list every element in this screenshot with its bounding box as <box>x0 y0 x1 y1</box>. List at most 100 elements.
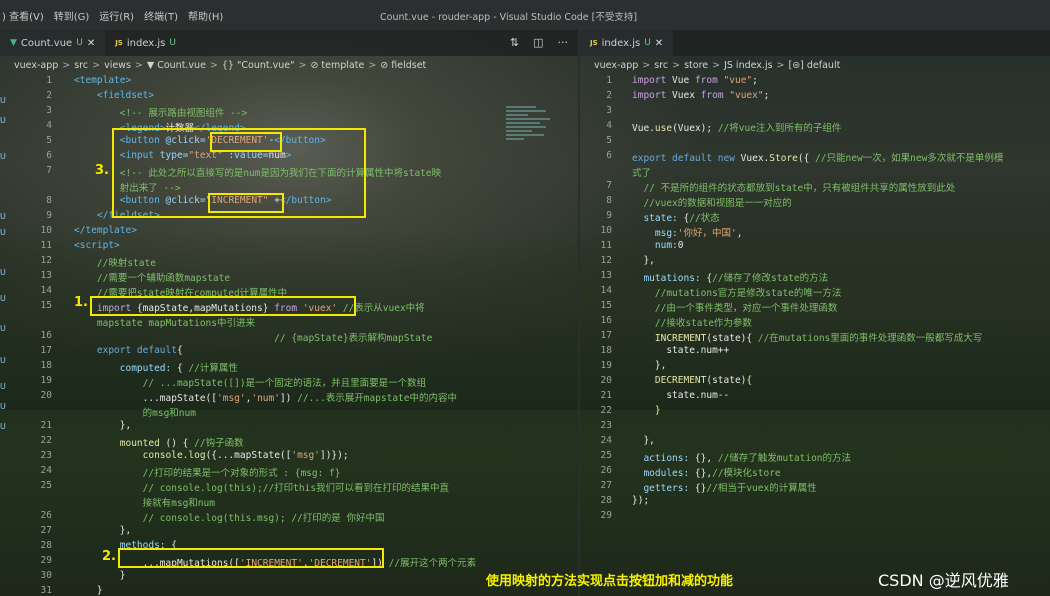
menu-item[interactable]: ) 查看(V) <box>2 8 44 23</box>
git-status-mark: U <box>0 152 6 161</box>
breadcrumb-item[interactable]: store <box>684 60 708 71</box>
line-number: 6 <box>46 150 52 161</box>
line-number: 20 <box>600 375 612 386</box>
code-token: //需要一个辅助函数mapstate <box>74 273 231 284</box>
code-token: } <box>74 570 126 581</box>
annotation-number-2: 2. <box>102 549 116 564</box>
code-token: //计算属性 <box>188 363 238 374</box>
breadcrumb-item[interactable]: vuex-app <box>594 60 638 71</box>
code-token: state.num-- <box>632 390 730 401</box>
minimap[interactable] <box>506 104 554 164</box>
code-line: </template> <box>74 225 137 236</box>
tab-label: index.js <box>601 37 641 49</box>
code-token: mutations: <box>632 273 707 284</box>
code-token: //在mutations里面的事件处理函数一般都写成大写 <box>757 333 983 344</box>
tab-count-vue[interactable]: ▼ Count.vue U ✕ <box>0 30 106 56</box>
title-bar: ) 查看(V) 转到(G) 运行(R) 终端(T) 帮助(H) Count.vue - … <box>0 0 1050 30</box>
code-line: }, <box>74 525 131 536</box>
code-line: mutations: {//储存了修改state的方法 <box>632 270 828 284</box>
code-token: //接收state作为参数 <box>632 318 752 329</box>
split-editor-icon[interactable]: ◫ <box>533 36 543 49</box>
breadcrumb-item[interactable]: ▼ Count.vue <box>147 60 206 71</box>
window-title: Count.vue - rouder-app - Visual Studio C… <box>380 12 638 23</box>
menu-item[interactable]: 终端(T) <box>144 8 178 23</box>
line-number: 26 <box>40 510 52 521</box>
code-token: //将vue注入到所有的子组件 <box>717 123 842 134</box>
code-line: export default new Vuex.Store({ //只能new一… <box>632 150 1003 164</box>
code-token: //打印的结果是一个对象的形式 : {msg: f} <box>74 468 341 479</box>
line-number: 10 <box>600 225 612 236</box>
watermark: CSDN @逆风优雅 <box>878 571 1009 590</box>
code-line: DECREMENT(state){ <box>632 375 752 386</box>
code-line: // {mapState}表示解构mapState <box>74 330 432 344</box>
code-line: }, <box>74 420 131 431</box>
breadcrumb-item[interactable]: ⊘ fieldset <box>380 60 426 71</box>
line-number: 8 <box>606 195 612 206</box>
code-token: //vuex的数据和视图是一一对应的 <box>632 198 792 209</box>
git-status-mark: U <box>0 402 6 411</box>
menu-item[interactable]: 运行(R) <box>99 8 134 23</box>
line-number: 2 <box>606 90 612 101</box>
untracked-badge: U <box>169 38 176 48</box>
breadcrumb-item[interactable]: src <box>74 60 88 71</box>
line-number: 23 <box>40 450 52 461</box>
line-number: 30 <box>40 570 52 581</box>
git-status-mark: U <box>0 294 6 303</box>
code-token: Vue. <box>632 123 655 134</box>
code-token: {}, <box>694 468 713 479</box>
breadcrumb-item[interactable]: {} "Count.vue" <box>222 60 295 71</box>
code-line: computed: { //计算属性 <box>74 360 238 374</box>
code-line: //vuex的数据和视图是一一对应的 <box>632 195 792 209</box>
code-token: //钩子函数 <box>194 438 244 449</box>
close-icon[interactable]: ✕ <box>655 38 663 49</box>
line-number: 27 <box>600 480 612 491</box>
breadcrumb: vuex-app > src > store > JS index.js > [⊜] defau… <box>580 56 1050 74</box>
line-number: 21 <box>600 390 612 401</box>
code-token: actions: <box>632 453 695 464</box>
tab-index-js[interactable]: JS index.js U <box>105 30 186 56</box>
code-token: (state) <box>706 375 747 386</box>
code-token: msg: <box>632 228 678 239</box>
code-token: import <box>632 90 673 101</box>
code-token: //展开这个两个元素 <box>388 558 477 569</box>
code-token: // 不是所的组件的状态都放到state中，只有被组件共享的属性放到此处 <box>632 183 956 194</box>
line-number: 4 <box>606 120 612 131</box>
compare-icon[interactable]: ⇅ <box>510 36 519 49</box>
code-token: //映射state <box>74 258 156 269</box>
breadcrumb-item[interactable]: ⊘ template <box>310 60 364 71</box>
vue-file-icon: ▼ <box>10 38 17 48</box>
menu-item[interactable]: 转到(G) <box>54 8 90 23</box>
code-token: 'msg' <box>217 393 246 404</box>
line-number: 17 <box>600 330 612 341</box>
highlight-box-mapmutations <box>118 548 384 568</box>
code-token: // ...mapState([])是一个固定的语法，并且里面要是一个数组 <box>74 378 427 389</box>
line-number: 27 <box>40 525 52 536</box>
line-number: 5 <box>46 135 52 146</box>
code-line: // console.log(this);//打印this我们可以看到在打印的结… <box>74 480 449 494</box>
code-token: 式了 <box>632 168 652 179</box>
line-number: 21 <box>40 420 52 431</box>
close-icon[interactable]: ✕ <box>87 38 95 49</box>
line-number: 6 <box>606 150 612 161</box>
breadcrumb-item[interactable]: views <box>104 60 131 71</box>
code-token: //状态 <box>689 213 720 224</box>
untracked-badge: U <box>644 38 651 48</box>
line-number: 24 <box>40 465 52 476</box>
code-token: <script> <box>74 240 120 251</box>
breadcrumb-item[interactable]: JS index.js <box>724 60 772 71</box>
line-number: 5 <box>606 135 612 146</box>
code-token: computed: <box>74 363 177 374</box>
more-actions-icon[interactable]: ··· <box>558 36 569 49</box>
code-line: <fieldset> <box>74 90 154 101</box>
breadcrumb-item[interactable]: src <box>654 60 668 71</box>
menu-item[interactable]: 帮助(H) <box>188 8 223 23</box>
annotation-caption: 使用映射的方法实现点击按钮加和减的功能 <box>486 574 734 589</box>
breadcrumb-item[interactable]: [⊜] default <box>789 60 841 71</box>
tab-index-js[interactable]: JS index.js U ✕ <box>580 30 674 56</box>
code-token: { <box>176 363 189 374</box>
code-token: state.num++ <box>632 345 730 356</box>
breadcrumb-item[interactable]: vuex-app <box>14 60 58 71</box>
code-token: import <box>632 75 673 86</box>
code-line: state: {//状态 <box>632 210 720 224</box>
line-number: 16 <box>600 315 612 326</box>
